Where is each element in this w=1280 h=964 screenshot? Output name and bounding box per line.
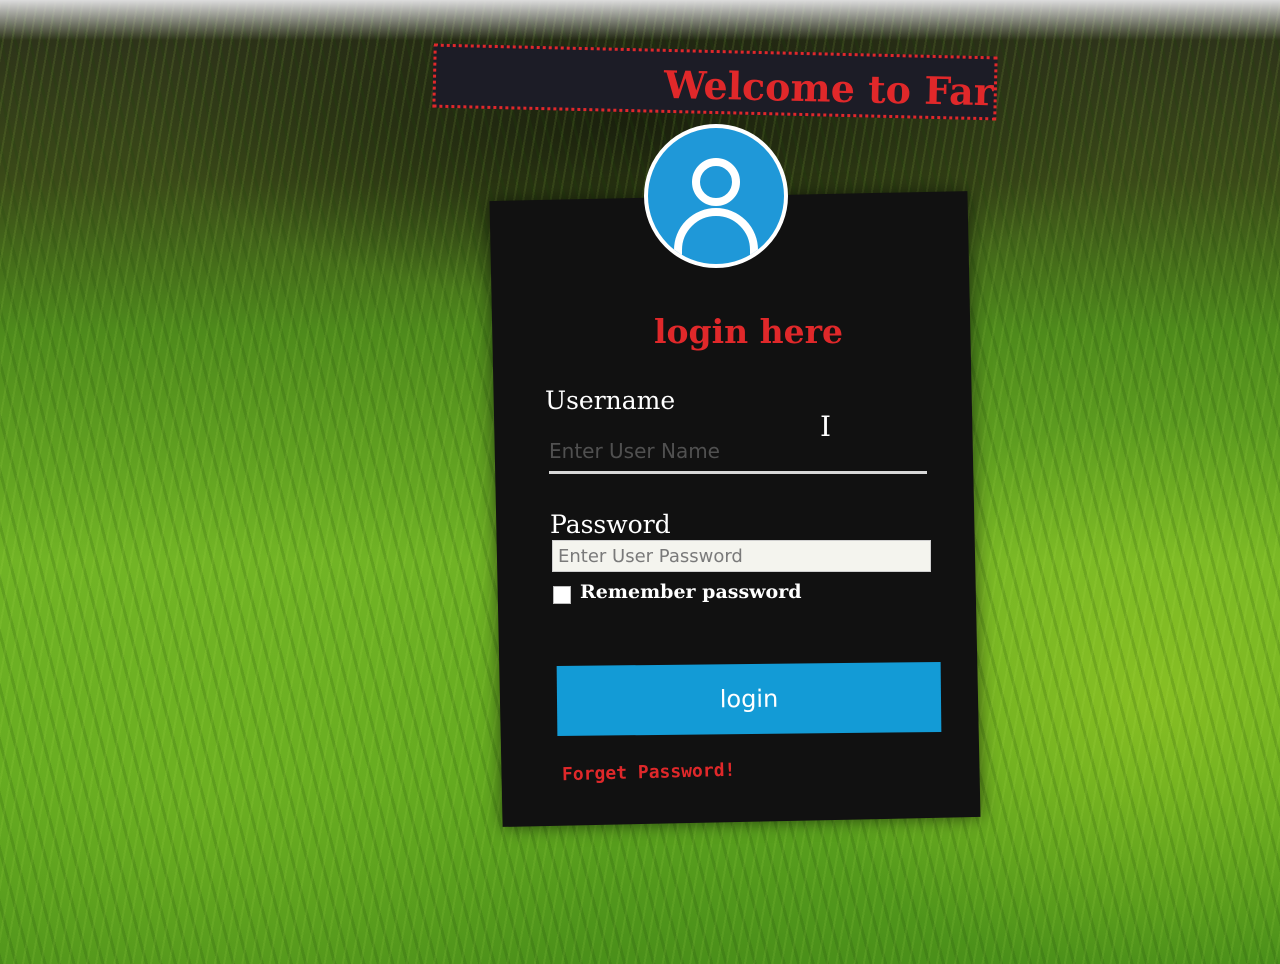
login-title: login here	[654, 312, 844, 351]
remember-password-checkbox[interactable]	[553, 586, 571, 604]
password-input[interactable]	[552, 540, 931, 572]
avatar-body	[674, 208, 758, 264]
welcome-text: Welcome to Faree	[663, 61, 998, 116]
username-label: Username	[545, 386, 676, 415]
user-avatar-icon	[644, 124, 788, 268]
username-input[interactable]	[549, 430, 927, 474]
login-button[interactable]: login	[556, 661, 942, 737]
text-cursor-icon: I	[820, 410, 832, 443]
password-label: Password	[550, 510, 671, 539]
welcome-banner: Welcome to Faree	[432, 43, 998, 121]
screen-top-edge	[0, 0, 1280, 40]
remember-password-label: Remember password	[580, 581, 802, 603]
avatar-head	[692, 158, 740, 206]
